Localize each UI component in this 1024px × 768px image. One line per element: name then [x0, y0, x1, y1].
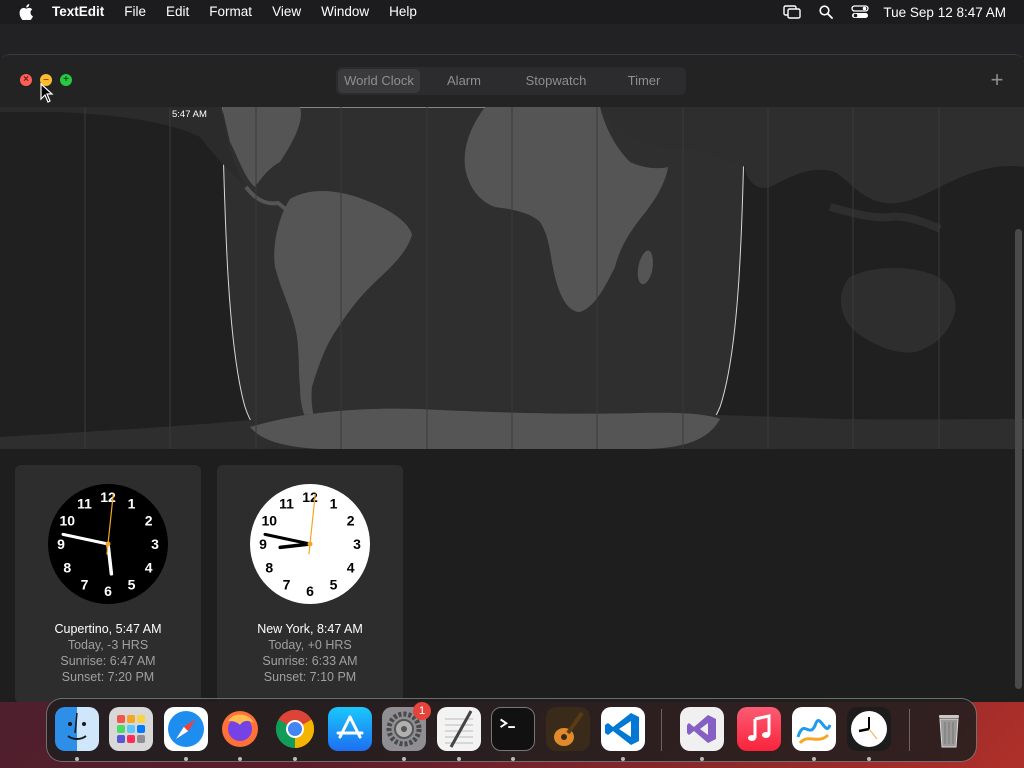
- clock-icon[interactable]: [847, 707, 891, 751]
- clock-numeral: 9: [57, 536, 65, 552]
- music-icon[interactable]: [737, 707, 781, 751]
- analog-clock-face: 1234567891011 12: [250, 484, 370, 604]
- running-indicator: [184, 757, 188, 761]
- clock-numeral: 6: [306, 583, 314, 599]
- clock-numeral: 7: [283, 577, 291, 593]
- close-icon: ×: [23, 74, 29, 85]
- clock-numeral: 10: [262, 513, 278, 529]
- running-indicator: [812, 757, 816, 761]
- tab-world-clock[interactable]: World Clock: [338, 69, 420, 93]
- clock-numeral: 3: [353, 536, 361, 552]
- clock-numeral: 8: [265, 560, 273, 576]
- apple-menu-icon[interactable]: [0, 4, 52, 20]
- menu-help[interactable]: Help: [379, 0, 427, 24]
- running-indicator: [511, 757, 515, 761]
- clock-numeral: 11: [279, 495, 294, 511]
- search-icon[interactable]: [809, 0, 843, 24]
- menubar-clock[interactable]: Tue Sep 12 8:47 AM: [877, 5, 1024, 20]
- menu-view[interactable]: View: [262, 0, 311, 24]
- running-indicator: [238, 757, 242, 761]
- screen-mirroring-icon[interactable]: [775, 0, 809, 24]
- menu-format[interactable]: Format: [199, 0, 262, 24]
- clock-city-time: New York, 8:47 AM: [257, 622, 363, 636]
- clock-card-new-york[interactable]: 1 2 3 4 5 6 7 8 9 10 11 12 New York, 8:47 AM Today,…: [217, 465, 403, 702]
- analog-clock-face: 1234567891011 12: [48, 484, 168, 604]
- view-tabs: World Clock Alarm Stopwatch Timer: [336, 67, 686, 95]
- mouse-cursor-icon: [40, 83, 54, 103]
- map-time-label: 5:47 AM: [172, 109, 207, 120]
- dock-separator: [909, 709, 910, 751]
- clock-numeral: 12: [100, 489, 116, 505]
- freeform-icon[interactable]: [792, 707, 836, 751]
- chrome-icon[interactable]: [273, 707, 317, 751]
- clock-numeral: 11: [77, 495, 92, 511]
- close-button[interactable]: ×: [20, 74, 32, 86]
- clock-numeral: 3: [151, 536, 159, 552]
- visual-studio-icon[interactable]: [680, 707, 724, 751]
- finder-icon[interactable]: [55, 707, 99, 751]
- app-store-icon[interactable]: [328, 707, 372, 751]
- clock-offset: Today, +0 HRS: [268, 638, 352, 652]
- clock-numeral: 2: [347, 513, 355, 529]
- clock-numeral: 10: [60, 513, 76, 529]
- world-map: 5:47 AM: [0, 107, 1024, 449]
- clock-numeral: 7: [81, 577, 89, 593]
- clock-numeral: 5: [128, 577, 136, 593]
- add-clock-button[interactable]: +: [986, 67, 1008, 95]
- dock-separator: [661, 709, 662, 751]
- terminal-icon[interactable]: [491, 707, 535, 751]
- clock-sunrise: Sunrise: 6:47 AM: [60, 654, 156, 668]
- menu-window[interactable]: Window: [311, 0, 379, 24]
- clock-numeral: 9: [259, 536, 267, 552]
- antarctica-shape: [250, 408, 720, 449]
- running-indicator: [293, 757, 297, 761]
- running-indicator: [867, 757, 871, 761]
- trash-icon[interactable]: [927, 707, 971, 751]
- clock-card-cupertino[interactable]: 1 2 3 4 5 6 7 8 9 10 11 12 Cupertino, 5:47 AM Today…: [15, 465, 201, 702]
- tab-timer[interactable]: Timer: [604, 69, 684, 93]
- clock-numeral: 8: [63, 560, 71, 576]
- control-center-icon[interactable]: [843, 0, 877, 24]
- title-bar: × – + World Clock Alarm Stopwatch Timer …: [0, 55, 1024, 107]
- tab-stopwatch[interactable]: Stopwatch: [508, 69, 604, 93]
- clock-numeral: 6: [104, 583, 112, 599]
- clock-sunrise: Sunrise: 6:33 AM: [262, 654, 358, 668]
- clock-sunset: Sunset: 7:10 PM: [263, 670, 357, 684]
- garageband-icon[interactable]: [546, 707, 590, 751]
- menu-app-name[interactable]: TextEdit: [52, 0, 114, 24]
- tab-alarm[interactable]: Alarm: [420, 69, 508, 93]
- textedit-icon[interactable]: [437, 707, 481, 751]
- clock-numeral: 5: [330, 577, 338, 593]
- launchpad-icon[interactable]: [109, 707, 153, 751]
- clock-numeral: 12: [302, 489, 318, 505]
- running-indicator: [700, 757, 704, 761]
- clock-center-pin: [307, 541, 313, 547]
- firefox-icon[interactable]: [218, 707, 262, 751]
- clock-sunset: Sunset: 7:20 PM: [61, 670, 155, 684]
- running-indicator: [621, 757, 625, 761]
- clock-numeral: 1: [330, 495, 338, 511]
- scrollbar[interactable]: [1015, 229, 1022, 689]
- dock: 1: [46, 698, 977, 762]
- clock-numeral: 2: [145, 513, 153, 529]
- running-indicator: [457, 757, 461, 761]
- clock-numeral: 1: [128, 495, 136, 511]
- clock-numeral: 4: [347, 560, 355, 576]
- clock-window: × – + World Clock Alarm Stopwatch Timer …: [0, 54, 1024, 702]
- world-map-graphic: [0, 107, 1024, 449]
- clock-city-time: Cupertino, 5:47 AM: [54, 622, 162, 636]
- running-indicator: [402, 757, 406, 761]
- menu-edit[interactable]: Edit: [156, 0, 199, 24]
- running-indicator: [75, 757, 79, 761]
- safari-icon[interactable]: [164, 707, 208, 751]
- menu-bar: TextEdit File Edit Format View Window He…: [0, 0, 1024, 24]
- menu-file[interactable]: File: [114, 0, 156, 24]
- clock-center-pin: [105, 541, 111, 547]
- vscode-icon[interactable]: [601, 707, 645, 751]
- zoom-icon: +: [63, 74, 69, 85]
- clock-offset: Today, -3 HRS: [67, 638, 149, 652]
- notification-badge: 1: [413, 702, 431, 720]
- zoom-button[interactable]: +: [60, 74, 72, 86]
- clock-numeral: 4: [145, 560, 153, 576]
